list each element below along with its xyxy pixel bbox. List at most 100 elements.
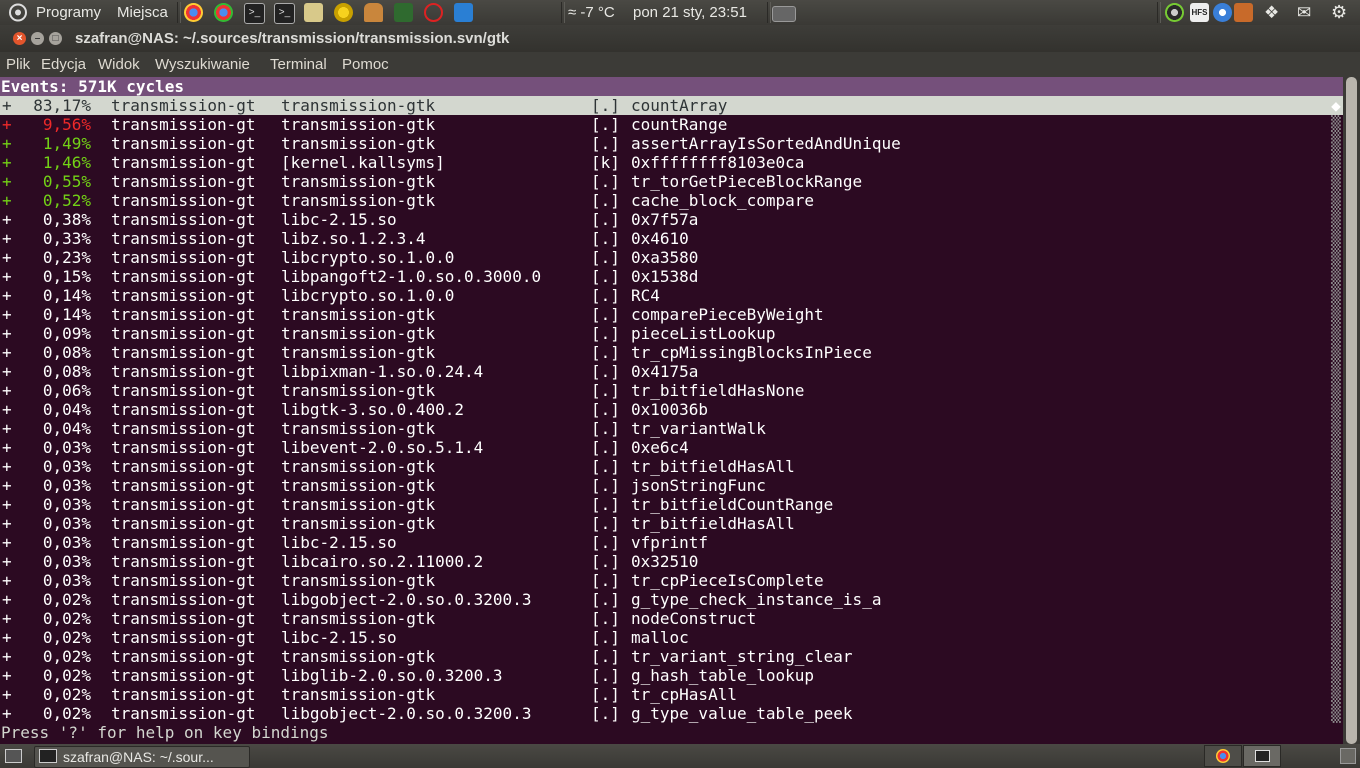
perf-row[interactable]: +0,02% transmission-gt transmission-gtk [.]… [0, 685, 1343, 704]
sun-launcher-icon[interactable] [334, 3, 353, 22]
row-symbol: tr_bitfieldHasNone [631, 381, 805, 400]
perf-row[interactable]: +0,02% transmission-gt libglib-2.0.so.0.32… [0, 666, 1343, 685]
row-shared-object: transmission-gtk [281, 324, 436, 343]
clock[interactable]: pon 21 sty, 23:51 [633, 0, 747, 25]
notes-launcher-icon[interactable] [304, 3, 323, 22]
perf-row[interactable]: +0,23% transmission-gt libcrypto.so.1.0.0 [… [0, 248, 1343, 267]
close-button[interactable]: × [13, 32, 26, 45]
ubuntu-logo-icon[interactable] [8, 3, 28, 22]
perf-row[interactable]: +0,03% transmission-gt transmission-gtk [.]… [0, 514, 1343, 533]
app-launcher-icon[interactable] [394, 3, 413, 22]
perf-row[interactable]: +0,03% transmission-gt libcairo.so.2.11000… [0, 552, 1343, 571]
row-symbol-type: [.] [591, 362, 620, 381]
perf-row[interactable]: +0,14% transmission-gt transmission-gtk [.]… [0, 305, 1343, 324]
row-expand-sign: + [2, 457, 12, 476]
row-expand-sign: + [2, 590, 12, 609]
row-overhead: 0,03% [42, 438, 91, 457]
row-expand-sign: + [2, 647, 12, 666]
terminal-scrollbar[interactable] [1343, 77, 1360, 744]
perf-row[interactable]: +0,03% transmission-gt libevent-2.0.so.5.1… [0, 438, 1343, 457]
row-overhead: 0,55% [42, 172, 91, 191]
row-overhead: 0,06% [42, 381, 91, 400]
hfs-icon[interactable]: HFS [1190, 3, 1209, 22]
perf-row[interactable]: +0,02% transmission-gt transmission-gtk [.]… [0, 609, 1343, 628]
perf-row[interactable]: +0,03% transmission-gt transmission-gtk [.]… [0, 476, 1343, 495]
row-expand-sign: + [2, 666, 12, 685]
row-shared-object: libcrypto.so.1.0.0 [281, 248, 455, 267]
trash-icon[interactable] [1340, 748, 1356, 764]
dropbox-icon[interactable]: ❖ [1264, 0, 1279, 25]
settings-gear-icon[interactable] [1213, 3, 1232, 22]
chrome-launcher-icon[interactable] [214, 3, 233, 22]
terminal-launcher-icon[interactable]: >_ [244, 3, 265, 24]
perf-row[interactable]: +0,09% transmission-gt transmission-gtk [.]… [0, 324, 1343, 343]
minimize-button[interactable]: – [31, 32, 44, 45]
menu-help[interactable]: Pomoc [342, 52, 389, 77]
perf-row[interactable]: +0,38% transmission-gt libc-2.15.so [.] 0x7f… [0, 210, 1343, 229]
workspace-1[interactable] [1204, 745, 1242, 767]
apps-menu[interactable]: Programy [36, 0, 101, 25]
workspace-2[interactable] [1243, 745, 1281, 767]
perf-row[interactable]: +0,02% transmission-gt transmission-gtk [.]… [0, 647, 1343, 666]
power-gear-icon[interactable]: ⚙ [1331, 0, 1347, 25]
panel-separator [561, 2, 565, 23]
row-expand-sign: + [2, 362, 12, 381]
row-overhead: 83,17% [33, 96, 91, 115]
menu-search[interactable]: Wyszukiwanie [155, 52, 250, 77]
row-symbol: malloc [631, 628, 689, 647]
weather-indicator[interactable]: ≈ -7 °C [568, 0, 615, 25]
keyboard-indicator-icon[interactable] [772, 6, 796, 22]
vlc-launcher-icon[interactable] [364, 3, 383, 22]
perf-row[interactable]: +0,02% transmission-gt libc-2.15.so [.] mall… [0, 628, 1343, 647]
menu-file[interactable]: Plik [6, 52, 30, 77]
perf-row[interactable]: +0,03% transmission-gt transmission-gtk [.]… [0, 571, 1343, 590]
taskbar-window-button[interactable]: szafran@NAS: ~/.sour... [34, 746, 250, 768]
row-command: transmission-gt [111, 134, 256, 153]
menu-terminal[interactable]: Terminal [270, 52, 327, 77]
maximize-button[interactable]: □ [49, 32, 62, 45]
row-marker-icon: ▒ [1331, 457, 1341, 476]
row-marker-icon: ▒ [1331, 495, 1341, 514]
perf-row[interactable]: +0,14% transmission-gt libcrypto.so.1.0.0 [… [0, 286, 1343, 305]
perf-row[interactable]: +0,15% transmission-gt libpangoft2-1.0.so.… [0, 267, 1343, 286]
chrome-launcher-icon[interactable] [184, 3, 203, 22]
perf-row[interactable]: +0,02% transmission-gt libgobject-2.0.so.0… [0, 590, 1343, 609]
perf-row[interactable]: +0,02% transmission-gt libgobject-2.0.so.0… [0, 704, 1343, 723]
row-expand-sign: + [2, 495, 12, 514]
perf-row[interactable]: +0,52% transmission-gt transmission-gtk [.]… [0, 191, 1343, 210]
perf-row[interactable]: +1,49% transmission-gt transmission-gtk [.]… [0, 134, 1343, 153]
perf-row[interactable]: +0,03% transmission-gt transmission-gtk [.]… [0, 457, 1343, 476]
places-menu[interactable]: Miejsca [117, 0, 168, 25]
row-expand-sign: + [2, 476, 12, 495]
perf-row[interactable]: +0,03% transmission-gt transmission-gtk [.]… [0, 495, 1343, 514]
teamviewer-launcher-icon[interactable] [454, 3, 473, 22]
app-tray-icon[interactable] [1234, 3, 1253, 22]
window-titlebar[interactable]: × – □ szafran@NAS: ~/.sources/transmissi… [0, 25, 1360, 52]
row-shared-object: libglib-2.0.so.0.3200.3 [281, 666, 503, 685]
perf-row[interactable]: +83,17% transmission-gt transmission-gtk [.… [0, 96, 1343, 115]
perf-row[interactable]: +0,55% transmission-gt transmission-gtk [.]… [0, 172, 1343, 191]
row-expand-sign: + [2, 134, 12, 153]
terminal-launcher-icon[interactable]: >_ [274, 3, 295, 24]
block-launcher-icon[interactable] [424, 3, 443, 22]
row-marker-icon: ▒ [1331, 134, 1341, 153]
terminal-view[interactable]: Events: 571K cycles +83,17% transmission-… [0, 77, 1343, 744]
row-overhead: 0,04% [42, 400, 91, 419]
perf-row[interactable]: +0,06% transmission-gt transmission-gtk [.]… [0, 381, 1343, 400]
menu-edit[interactable]: Edycja [41, 52, 86, 77]
perf-row[interactable]: +0,08% transmission-gt libpixman-1.so.0.24… [0, 362, 1343, 381]
perf-row[interactable]: +0,03% transmission-gt libc-2.15.so [.] vfpr… [0, 533, 1343, 552]
scrollbar-thumb[interactable] [1346, 77, 1357, 744]
network-icon[interactable] [1165, 3, 1184, 22]
menu-view[interactable]: Widok [98, 52, 140, 77]
perf-row[interactable]: +0,04% transmission-gt transmission-gtk [.]… [0, 419, 1343, 438]
perf-row[interactable]: +0,04% transmission-gt libgtk-3.so.0.400.2… [0, 400, 1343, 419]
perf-row[interactable]: +1,46% transmission-gt [kernel.kallsyms] [k… [0, 153, 1343, 172]
perf-row[interactable]: +0,33% transmission-gt libz.so.1.2.3.4 [.] 0… [0, 229, 1343, 248]
show-desktop-icon[interactable] [5, 749, 22, 763]
row-marker-icon: ▒ [1331, 438, 1341, 457]
perf-row[interactable]: +0,08% transmission-gt transmission-gtk [.]… [0, 343, 1343, 362]
perf-row[interactable]: +9,56% transmission-gt transmission-gtk [.]… [0, 115, 1343, 134]
row-marker-icon: ▒ [1331, 362, 1341, 381]
mail-icon[interactable]: ✉ [1297, 0, 1311, 25]
